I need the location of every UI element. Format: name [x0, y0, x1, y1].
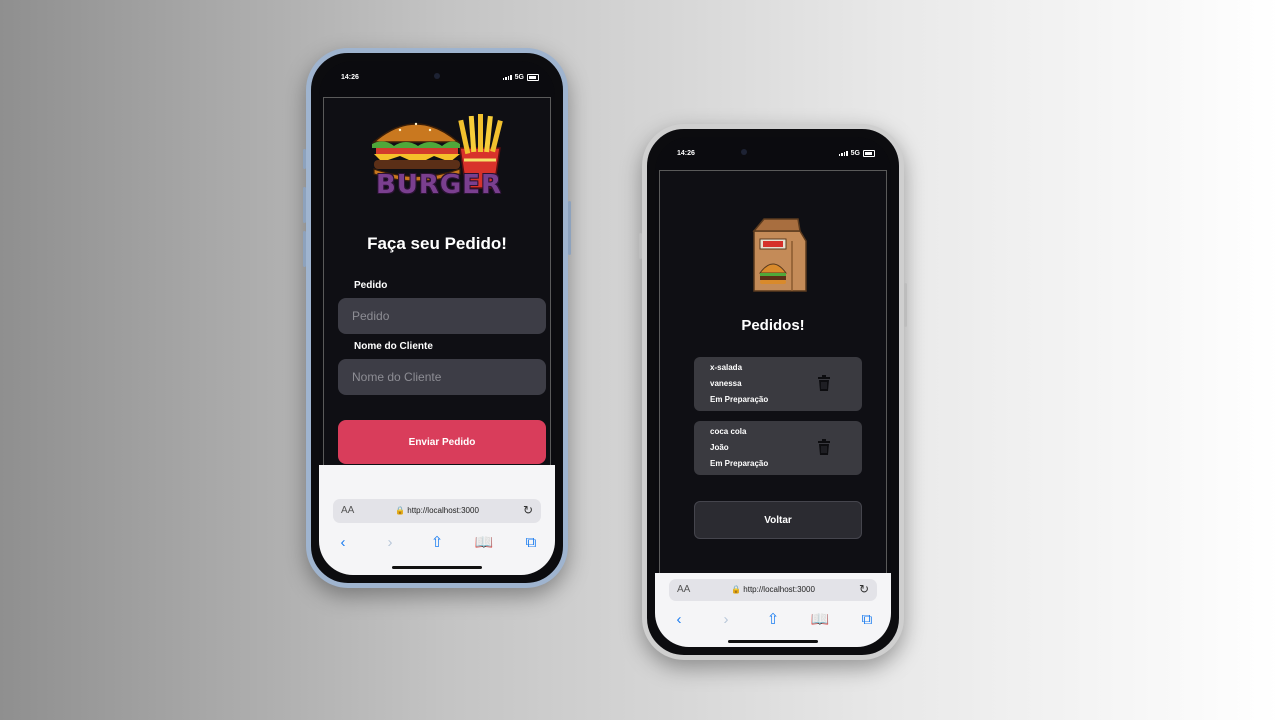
status-time: 14:26 — [677, 150, 695, 157]
web-content: BURGER Faça seu Pedido! Pedido Nome do C… — [323, 97, 551, 477]
order-card: x-salada vanessa Em Preparação — [694, 357, 862, 411]
volume-up-button — [303, 187, 306, 223]
url-value: http://localhost:3000 — [743, 585, 815, 594]
status-indicators: 5G — [838, 150, 875, 157]
send-order-button[interactable]: Enviar Pedido — [338, 420, 546, 464]
home-indicator — [392, 566, 482, 569]
battery-icon — [527, 74, 539, 81]
client-name-input[interactable] — [338, 359, 546, 395]
share-icon[interactable]: ⇧ — [761, 610, 785, 628]
back-icon[interactable]: ‹ — [667, 611, 691, 628]
client-name-label: Nome do Cliente — [354, 341, 433, 352]
front-camera — [434, 73, 440, 79]
order-label: Pedido — [354, 280, 388, 291]
bookmarks-icon[interactable]: 📖 — [808, 610, 832, 628]
back-button[interactable]: Voltar — [694, 501, 862, 539]
logo-text: BURGER — [375, 170, 503, 200]
status-indicators: 5G — [502, 74, 539, 81]
burger-logo: BURGER — [364, 108, 524, 208]
bookmarks-icon[interactable]: 📖 — [472, 533, 496, 551]
phone-screen: 14:26 5G BURGER Faça seu Pedido! Pedido … — [319, 61, 555, 575]
phone-screen: 14:26 5G Pedidos! x-salada vanessa Em Pr… — [655, 137, 891, 647]
phone-order-form: 14:26 5G BURGER Faça seu Pedido! Pedido … — [303, 48, 571, 588]
url-value: http://localhost:3000 — [407, 506, 479, 515]
status-time: 14:26 — [341, 74, 359, 81]
front-camera — [741, 149, 747, 155]
volume-up-button — [639, 233, 642, 259]
url-text: 🔒 http://localhost:3000 — [731, 585, 815, 594]
order-client: João — [710, 443, 729, 452]
order-status: Em Preparação — [710, 459, 769, 468]
safari-chrome: AA 🔒 http://localhost:3000 ↻ ‹ › ⇧ 📖 ⧉ — [319, 465, 555, 575]
order-client: vanessa — [710, 379, 742, 388]
address-bar[interactable]: AA 🔒 http://localhost:3000 ↻ — [669, 579, 877, 601]
power-button — [904, 283, 907, 327]
order-status: Em Preparação — [710, 395, 769, 404]
battery-icon — [863, 150, 875, 157]
signal-icon — [502, 75, 512, 80]
browser-toolbar: ‹ › ⇧ 📖 ⧉ — [331, 532, 543, 552]
tabs-icon[interactable]: ⧉ — [855, 611, 879, 628]
reload-icon[interactable]: ↻ — [859, 582, 869, 596]
order-item: coca cola — [710, 427, 747, 436]
tabs-icon[interactable]: ⧉ — [519, 534, 543, 551]
web-content: Pedidos! x-salada vanessa Em Preparação … — [659, 170, 887, 582]
network-label: 5G — [850, 150, 860, 157]
status-bar: 14:26 5G — [655, 137, 891, 173]
order-item: x-salada — [710, 363, 743, 372]
phone-orders-list: 14:26 5G Pedidos! x-salada vanessa Em Pr… — [639, 124, 907, 660]
safari-chrome: AA 🔒 http://localhost:3000 ↻ ‹ › ⇧ 📖 ⧉ — [655, 573, 891, 647]
order-card: coca cola João Em Preparação — [694, 421, 862, 475]
volume-down-button — [303, 231, 306, 267]
forward-icon[interactable]: › — [714, 611, 738, 628]
share-icon[interactable]: ⇧ — [425, 533, 449, 551]
browser-toolbar: ‹ › ⇧ 📖 ⧉ — [667, 609, 879, 629]
page-title: Faça seu Pedido! — [367, 234, 507, 253]
home-indicator — [728, 640, 818, 643]
url-text: 🔒 http://localhost:3000 — [395, 506, 479, 515]
trash-icon[interactable] — [818, 439, 830, 455]
mute-switch — [303, 149, 306, 169]
reload-icon[interactable]: ↻ — [523, 503, 533, 517]
orders-title: Pedidos! — [741, 317, 805, 334]
signal-icon — [838, 151, 848, 156]
forward-icon[interactable]: › — [378, 534, 402, 551]
back-icon[interactable]: ‹ — [331, 534, 355, 551]
network-label: 5G — [514, 74, 524, 81]
address-bar[interactable]: AA 🔒 http://localhost:3000 ↻ — [333, 499, 541, 523]
power-button — [568, 201, 571, 255]
takeaway-bag-icon — [752, 218, 807, 292]
trash-icon[interactable] — [818, 375, 830, 391]
status-bar: 14:26 5G — [319, 61, 555, 97]
order-input[interactable] — [338, 298, 546, 334]
